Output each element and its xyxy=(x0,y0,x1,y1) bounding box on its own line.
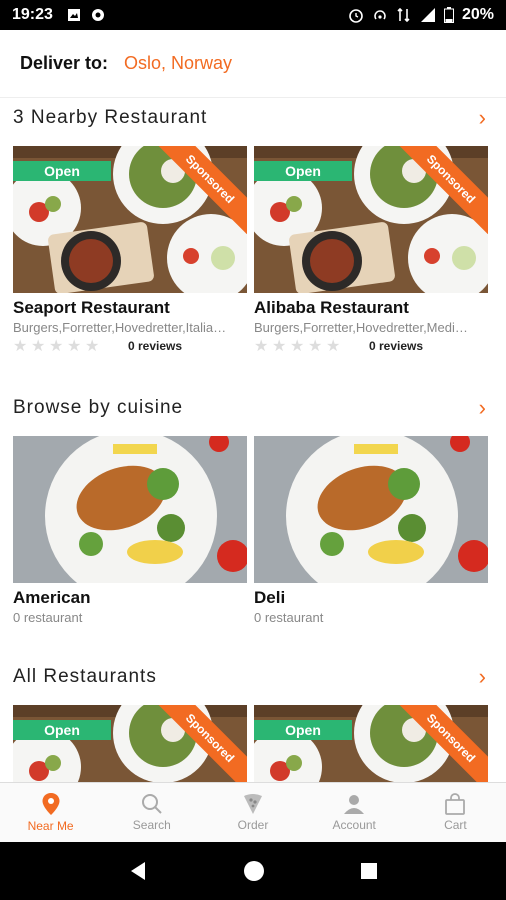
restaurant-name: Seaport Restaurant xyxy=(13,298,170,317)
battery-icon xyxy=(443,7,454,23)
chevron-right-icon[interactable]: › xyxy=(479,107,486,129)
chevron-right-icon[interactable]: › xyxy=(479,397,486,419)
bottom-nav: Near Me Search Order Account Cart xyxy=(0,782,506,842)
deliver-location[interactable]: Oslo, Norway xyxy=(124,53,232,74)
star-icon: ★ xyxy=(308,337,323,355)
section-title-all: All Restaurants xyxy=(13,666,157,687)
battery-percent: 20% xyxy=(461,6,494,23)
star-icon: ★ xyxy=(326,337,341,355)
star-icon: ★ xyxy=(272,337,287,355)
open-badge: Open xyxy=(13,720,111,740)
nav-order[interactable]: Order xyxy=(202,783,303,842)
cuisine-header: Browse by cuisine › xyxy=(13,397,486,419)
nav-near-me[interactable]: Near Me xyxy=(0,783,101,842)
home-icon[interactable] xyxy=(242,859,266,883)
search-icon xyxy=(141,794,162,814)
chrome-notification-icon xyxy=(91,9,104,21)
nav-order-label: Order xyxy=(237,818,269,832)
system-nav-bar xyxy=(0,842,506,900)
nav-cart[interactable]: Cart xyxy=(405,783,506,842)
star-icon: ★ xyxy=(49,337,64,355)
deliver-bar[interactable]: Deliver to: Oslo, Norway xyxy=(0,30,506,98)
cuisine-name: American xyxy=(13,588,91,607)
restaurant-card[interactable]: Open Sponsored Seaport Restaurant Burger… xyxy=(13,146,247,354)
restaurant-image: Open Sponsored xyxy=(13,705,247,782)
open-badge: Open xyxy=(254,720,352,740)
cuisine-card[interactable]: American 0 restaurant xyxy=(13,436,247,625)
status-time: 19:23 xyxy=(12,6,53,23)
nav-account-label: Account xyxy=(332,818,376,832)
bag-icon xyxy=(445,793,466,815)
restaurant-card[interactable]: Open Sponsored xyxy=(254,705,488,782)
cuisine-count: 0 restaurant xyxy=(254,610,324,625)
nearby-header: 3 Nearby Restaurant › xyxy=(13,107,486,129)
star-rating: ★ ★ ★ ★ ★ xyxy=(13,337,100,355)
cuisine-image xyxy=(13,436,247,583)
restaurant-image: Open Sponsored xyxy=(254,705,488,782)
cuisine-count: 0 restaurant xyxy=(13,610,83,625)
section-title-nearby: 3 Nearby Restaurant xyxy=(13,107,208,128)
all-header: All Restaurants › xyxy=(13,666,486,688)
open-badge: Open xyxy=(13,161,111,181)
open-badge: Open xyxy=(254,161,352,181)
nav-near-me-label: Near Me xyxy=(27,819,74,833)
nav-account[interactable]: Account xyxy=(304,783,405,842)
restaurant-tags: Burgers,Forretter,Hovedretter,Medi… xyxy=(254,320,468,335)
rating-row: ★ ★ ★ ★ ★ 0 reviews xyxy=(13,338,247,354)
user-icon xyxy=(344,795,365,814)
restaurant-tags: Burgers,Forretter,Hovedretter,Italia… xyxy=(13,320,227,335)
nav-cart-label: Cart xyxy=(444,818,467,832)
nav-search-label: Search xyxy=(132,818,171,832)
alarm-icon xyxy=(349,9,363,23)
cuisine-name: Deli xyxy=(254,588,286,607)
restaurant-name: Alibaba Restaurant xyxy=(254,298,409,317)
restaurant-image: Open Sponsored xyxy=(254,146,488,293)
cell-signal-icon xyxy=(420,8,435,22)
star-icon: ★ xyxy=(13,337,28,355)
deliver-label: Deliver to: xyxy=(20,53,109,73)
data-signal-icon xyxy=(397,7,410,23)
star-icon: ★ xyxy=(290,337,305,355)
review-count: 0 reviews xyxy=(128,339,183,353)
nav-search[interactable]: Search xyxy=(101,783,202,842)
restaurant-card[interactable]: Open Sponsored xyxy=(13,705,247,782)
main-content[interactable]: 3 Nearby Restaurant › Open Sponsored Sea… xyxy=(0,99,506,782)
recents-icon[interactable] xyxy=(359,861,379,881)
star-icon: ★ xyxy=(67,337,82,355)
back-icon[interactable] xyxy=(127,860,149,882)
restaurant-image: Open Sponsored xyxy=(13,146,247,293)
star-icon: ★ xyxy=(31,337,46,355)
cuisine-card[interactable]: Deli 0 restaurant xyxy=(254,436,488,625)
rating-row: ★ ★ ★ ★ ★ 0 reviews xyxy=(254,338,488,354)
section-title-cuisine: Browse by cuisine xyxy=(13,397,184,418)
image-notification-icon xyxy=(67,9,80,21)
star-icon: ★ xyxy=(85,337,100,355)
hotspot-icon xyxy=(374,10,386,20)
review-count: 0 reviews xyxy=(369,339,424,353)
status-bar: 19:23 20% xyxy=(0,0,506,30)
star-icon: ★ xyxy=(254,337,269,355)
chevron-right-icon[interactable]: › xyxy=(479,666,486,688)
location-pin-icon xyxy=(42,793,60,815)
star-rating: ★ ★ ★ ★ ★ xyxy=(254,337,341,355)
pizza-icon xyxy=(244,794,262,814)
restaurant-card[interactable]: Open Sponsored Alibaba Restaurant Burger… xyxy=(254,146,488,354)
cuisine-image xyxy=(254,436,488,583)
